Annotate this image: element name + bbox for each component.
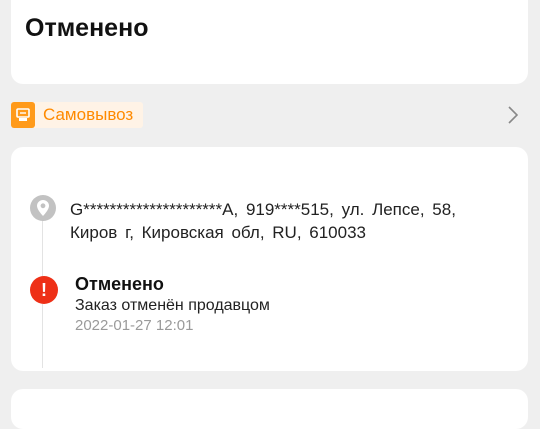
event-timestamp: 2022-01-27 12:01	[75, 317, 194, 334]
next-card	[11, 389, 528, 429]
pickup-point-icon	[11, 102, 35, 128]
pickup-badge[interactable]: Самовывоз	[11, 102, 144, 128]
chevron-right-icon[interactable]	[504, 102, 522, 128]
order-status-title: Отменено	[25, 14, 149, 42]
event-title: Отменено	[75, 274, 164, 294]
delivery-card	[11, 147, 528, 371]
pickup-label: Самовывоз	[43, 105, 134, 124]
pickup-row[interactable]: Самовывоз	[11, 102, 528, 128]
alert-glyph: !	[41, 279, 47, 300]
alert-icon: !	[30, 276, 58, 304]
event-description: Заказ отменён продавцом	[75, 297, 270, 314]
location-pin-icon	[30, 195, 56, 221]
delivery-address: G*********************A, 919****515, ул.…	[70, 200, 456, 242]
